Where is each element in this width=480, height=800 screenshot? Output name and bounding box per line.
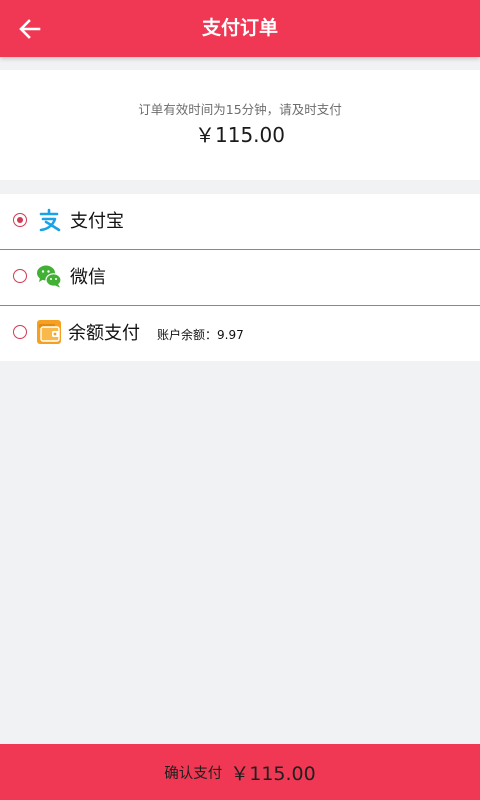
wechat-icon (37, 265, 62, 288)
payment-label-balance: 余额支付 (68, 323, 140, 344)
radio-unselected[interactable] (13, 325, 27, 339)
wallet-icon (37, 320, 61, 344)
order-validity-tip: 订单有效时间为15分钟，请及时支付 (138, 102, 342, 117)
confirm-pay-button[interactable]: 确认支付 ￥115.00 (0, 744, 480, 800)
radio-unselected[interactable] (13, 269, 27, 283)
app-header: 支付订单 (0, 0, 480, 57)
back-button[interactable] (18, 10, 58, 48)
payment-option-balance[interactable]: 余额支付 账户余额：9.97 (0, 306, 480, 361)
radio-selected[interactable] (13, 213, 27, 227)
payment-label-wechat: 微信 (70, 267, 106, 288)
payment-option-alipay[interactable]: 支付宝 (0, 194, 480, 250)
payment-label-alipay: 支付宝 (70, 211, 124, 232)
alipay-icon (39, 208, 61, 232)
confirm-pay-amount: ￥115.00 (230, 762, 316, 785)
account-balance: 账户余额：9.97 (157, 328, 244, 342)
order-amount: ￥115.00 (195, 123, 285, 147)
order-summary: 订单有效时间为15分钟，请及时支付 ￥115.00 (0, 70, 480, 180)
payment-option-wechat[interactable]: 微信 (0, 250, 480, 306)
confirm-pay-label: 确认支付 (164, 765, 223, 782)
arrow-left-icon (19, 19, 41, 39)
payment-method-list: 支付宝 微信 余额支付 账户余额：9.97 (0, 194, 480, 361)
page-title: 支付订单 (201, 17, 278, 39)
